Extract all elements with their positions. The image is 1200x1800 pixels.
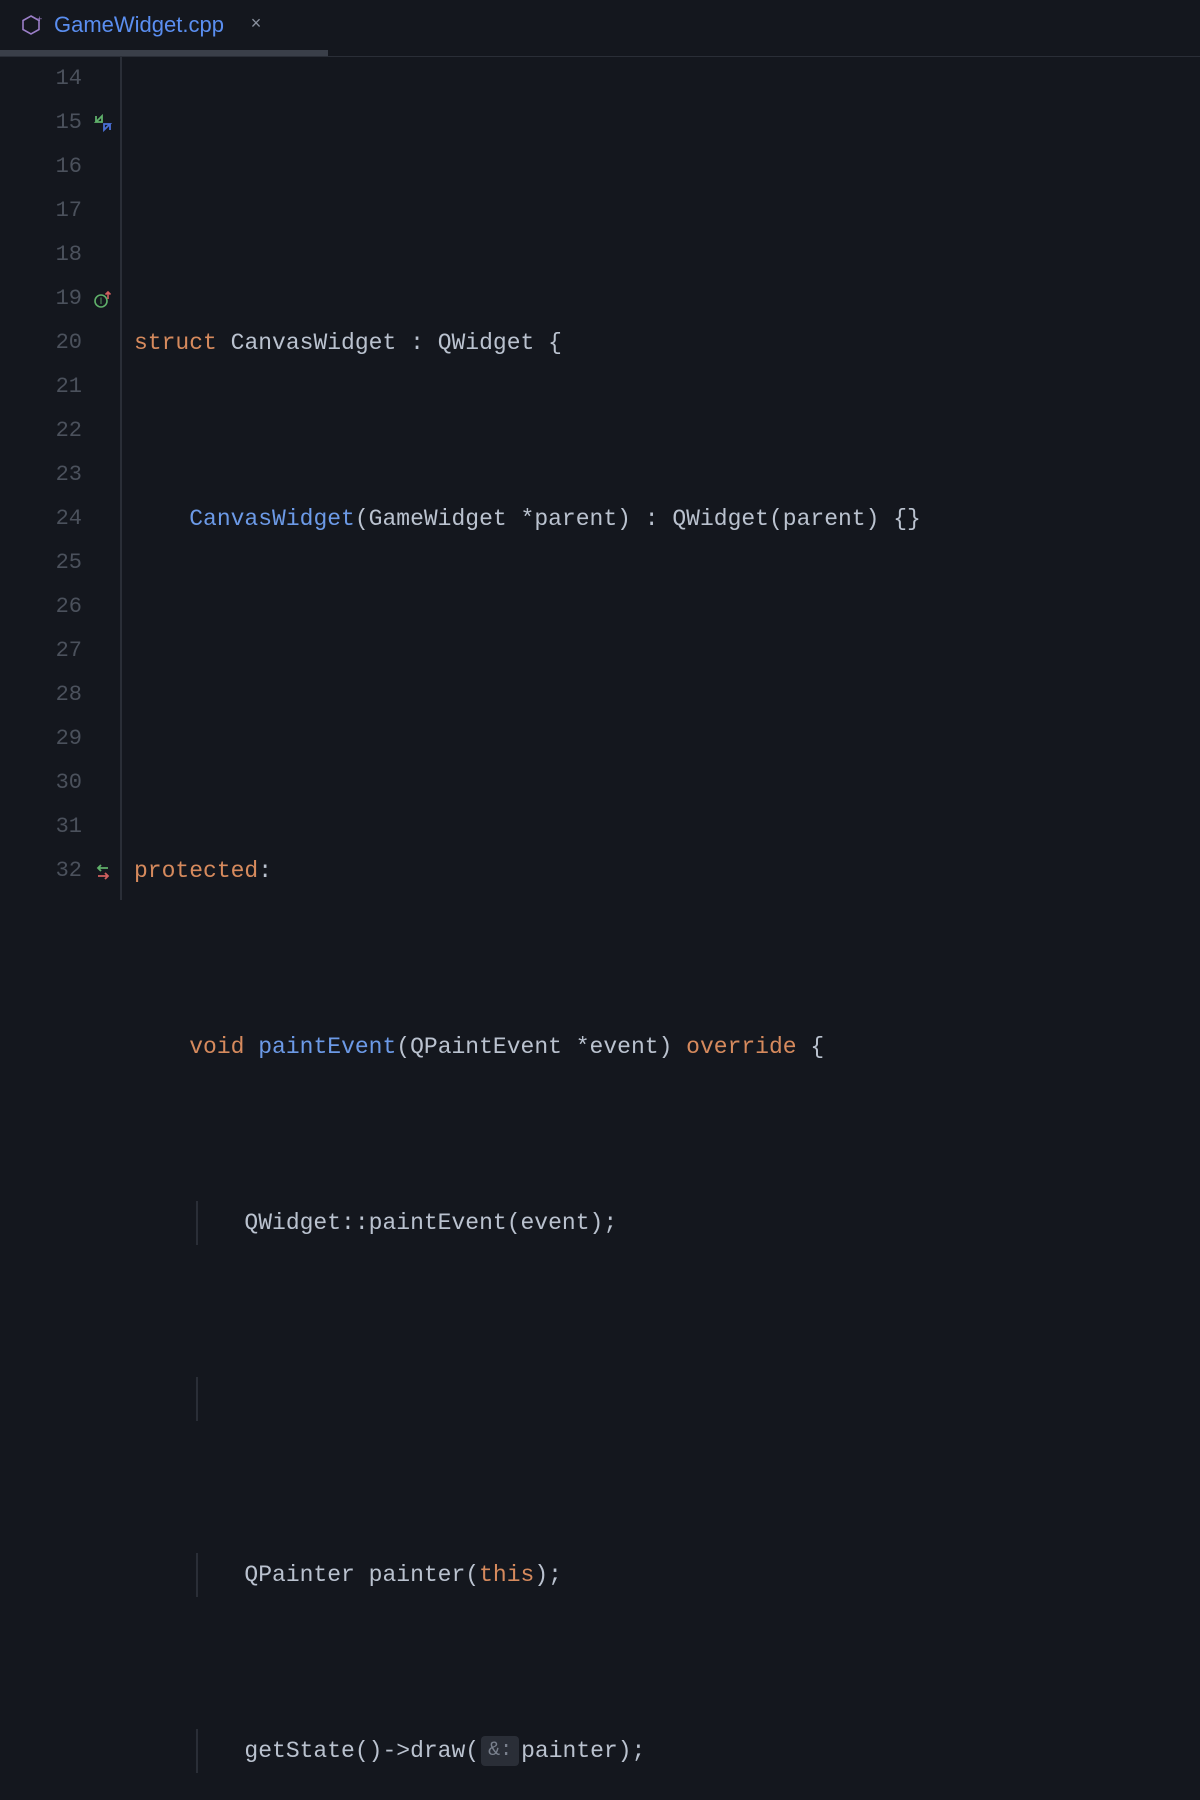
- gutter-row[interactable]: 26: [0, 585, 120, 629]
- editor-tab-bar: + GameWidget.cpp ×: [0, 0, 1200, 50]
- gutter: 14 15 16 17 18 19 I 20 21: [0, 57, 122, 900]
- gutter-row[interactable]: 21: [0, 365, 120, 409]
- gutter-row[interactable]: 23: [0, 453, 120, 497]
- editor-tab[interactable]: + GameWidget.cpp ×: [0, 0, 284, 49]
- code-line[interactable]: [134, 1377, 1086, 1421]
- gutter-row[interactable]: 27: [0, 629, 120, 673]
- code-line[interactable]: getState()->draw(&:painter);: [134, 1729, 1086, 1773]
- gutter-row[interactable]: 31: [0, 805, 120, 849]
- code-line[interactable]: CanvasWidget(GameWidget *parent) : QWidg…: [134, 497, 1086, 541]
- code-line[interactable]: [134, 145, 1086, 189]
- gutter-row[interactable]: 20: [0, 321, 120, 365]
- svg-text:+: +: [37, 14, 42, 24]
- gutter-row[interactable]: 16: [0, 145, 120, 189]
- code-line[interactable]: QWidget::paintEvent(event);: [134, 1201, 1086, 1245]
- diff-arrows-icon[interactable]: [92, 860, 114, 882]
- gutter-row[interactable]: 32: [0, 849, 120, 893]
- gutter-row[interactable]: 30: [0, 761, 120, 805]
- gutter-row[interactable]: 14: [0, 57, 120, 101]
- code-editor[interactable]: 14 15 16 17 18 19 I 20 21: [0, 57, 1200, 900]
- horizontal-scroll-track[interactable]: [0, 50, 1200, 56]
- code-line[interactable]: QPainter painter(this);: [134, 1553, 1086, 1597]
- gutter-row[interactable]: 15: [0, 101, 120, 145]
- override-up-icon[interactable]: I: [92, 288, 114, 310]
- code-line[interactable]: [134, 673, 1086, 717]
- code-area[interactable]: struct CanvasWidget : QWidget { CanvasWi…: [122, 57, 1086, 900]
- gutter-row[interactable]: 29: [0, 717, 120, 761]
- gutter-row[interactable]: 17: [0, 189, 120, 233]
- horizontal-scroll-thumb[interactable]: [0, 50, 328, 56]
- close-icon[interactable]: ×: [246, 15, 266, 35]
- inlay-hint[interactable]: &:: [481, 1736, 519, 1766]
- gutter-row[interactable]: 25: [0, 541, 120, 585]
- gutter-row[interactable]: 22: [0, 409, 120, 453]
- code-line[interactable]: protected:: [134, 849, 1086, 893]
- code-line[interactable]: struct CanvasWidget : QWidget {: [134, 321, 1086, 365]
- code-line[interactable]: void paintEvent(QPaintEvent *event) over…: [134, 1025, 1086, 1069]
- gutter-row[interactable]: 19 I: [0, 277, 120, 321]
- tab-filename: GameWidget.cpp: [54, 12, 224, 38]
- gutter-row[interactable]: 24: [0, 497, 120, 541]
- svg-text:I: I: [100, 296, 103, 306]
- gutter-row[interactable]: 28: [0, 673, 120, 717]
- cpp-file-icon: +: [20, 14, 42, 36]
- gutter-row[interactable]: 18: [0, 233, 120, 277]
- expand-icon[interactable]: [92, 112, 114, 134]
